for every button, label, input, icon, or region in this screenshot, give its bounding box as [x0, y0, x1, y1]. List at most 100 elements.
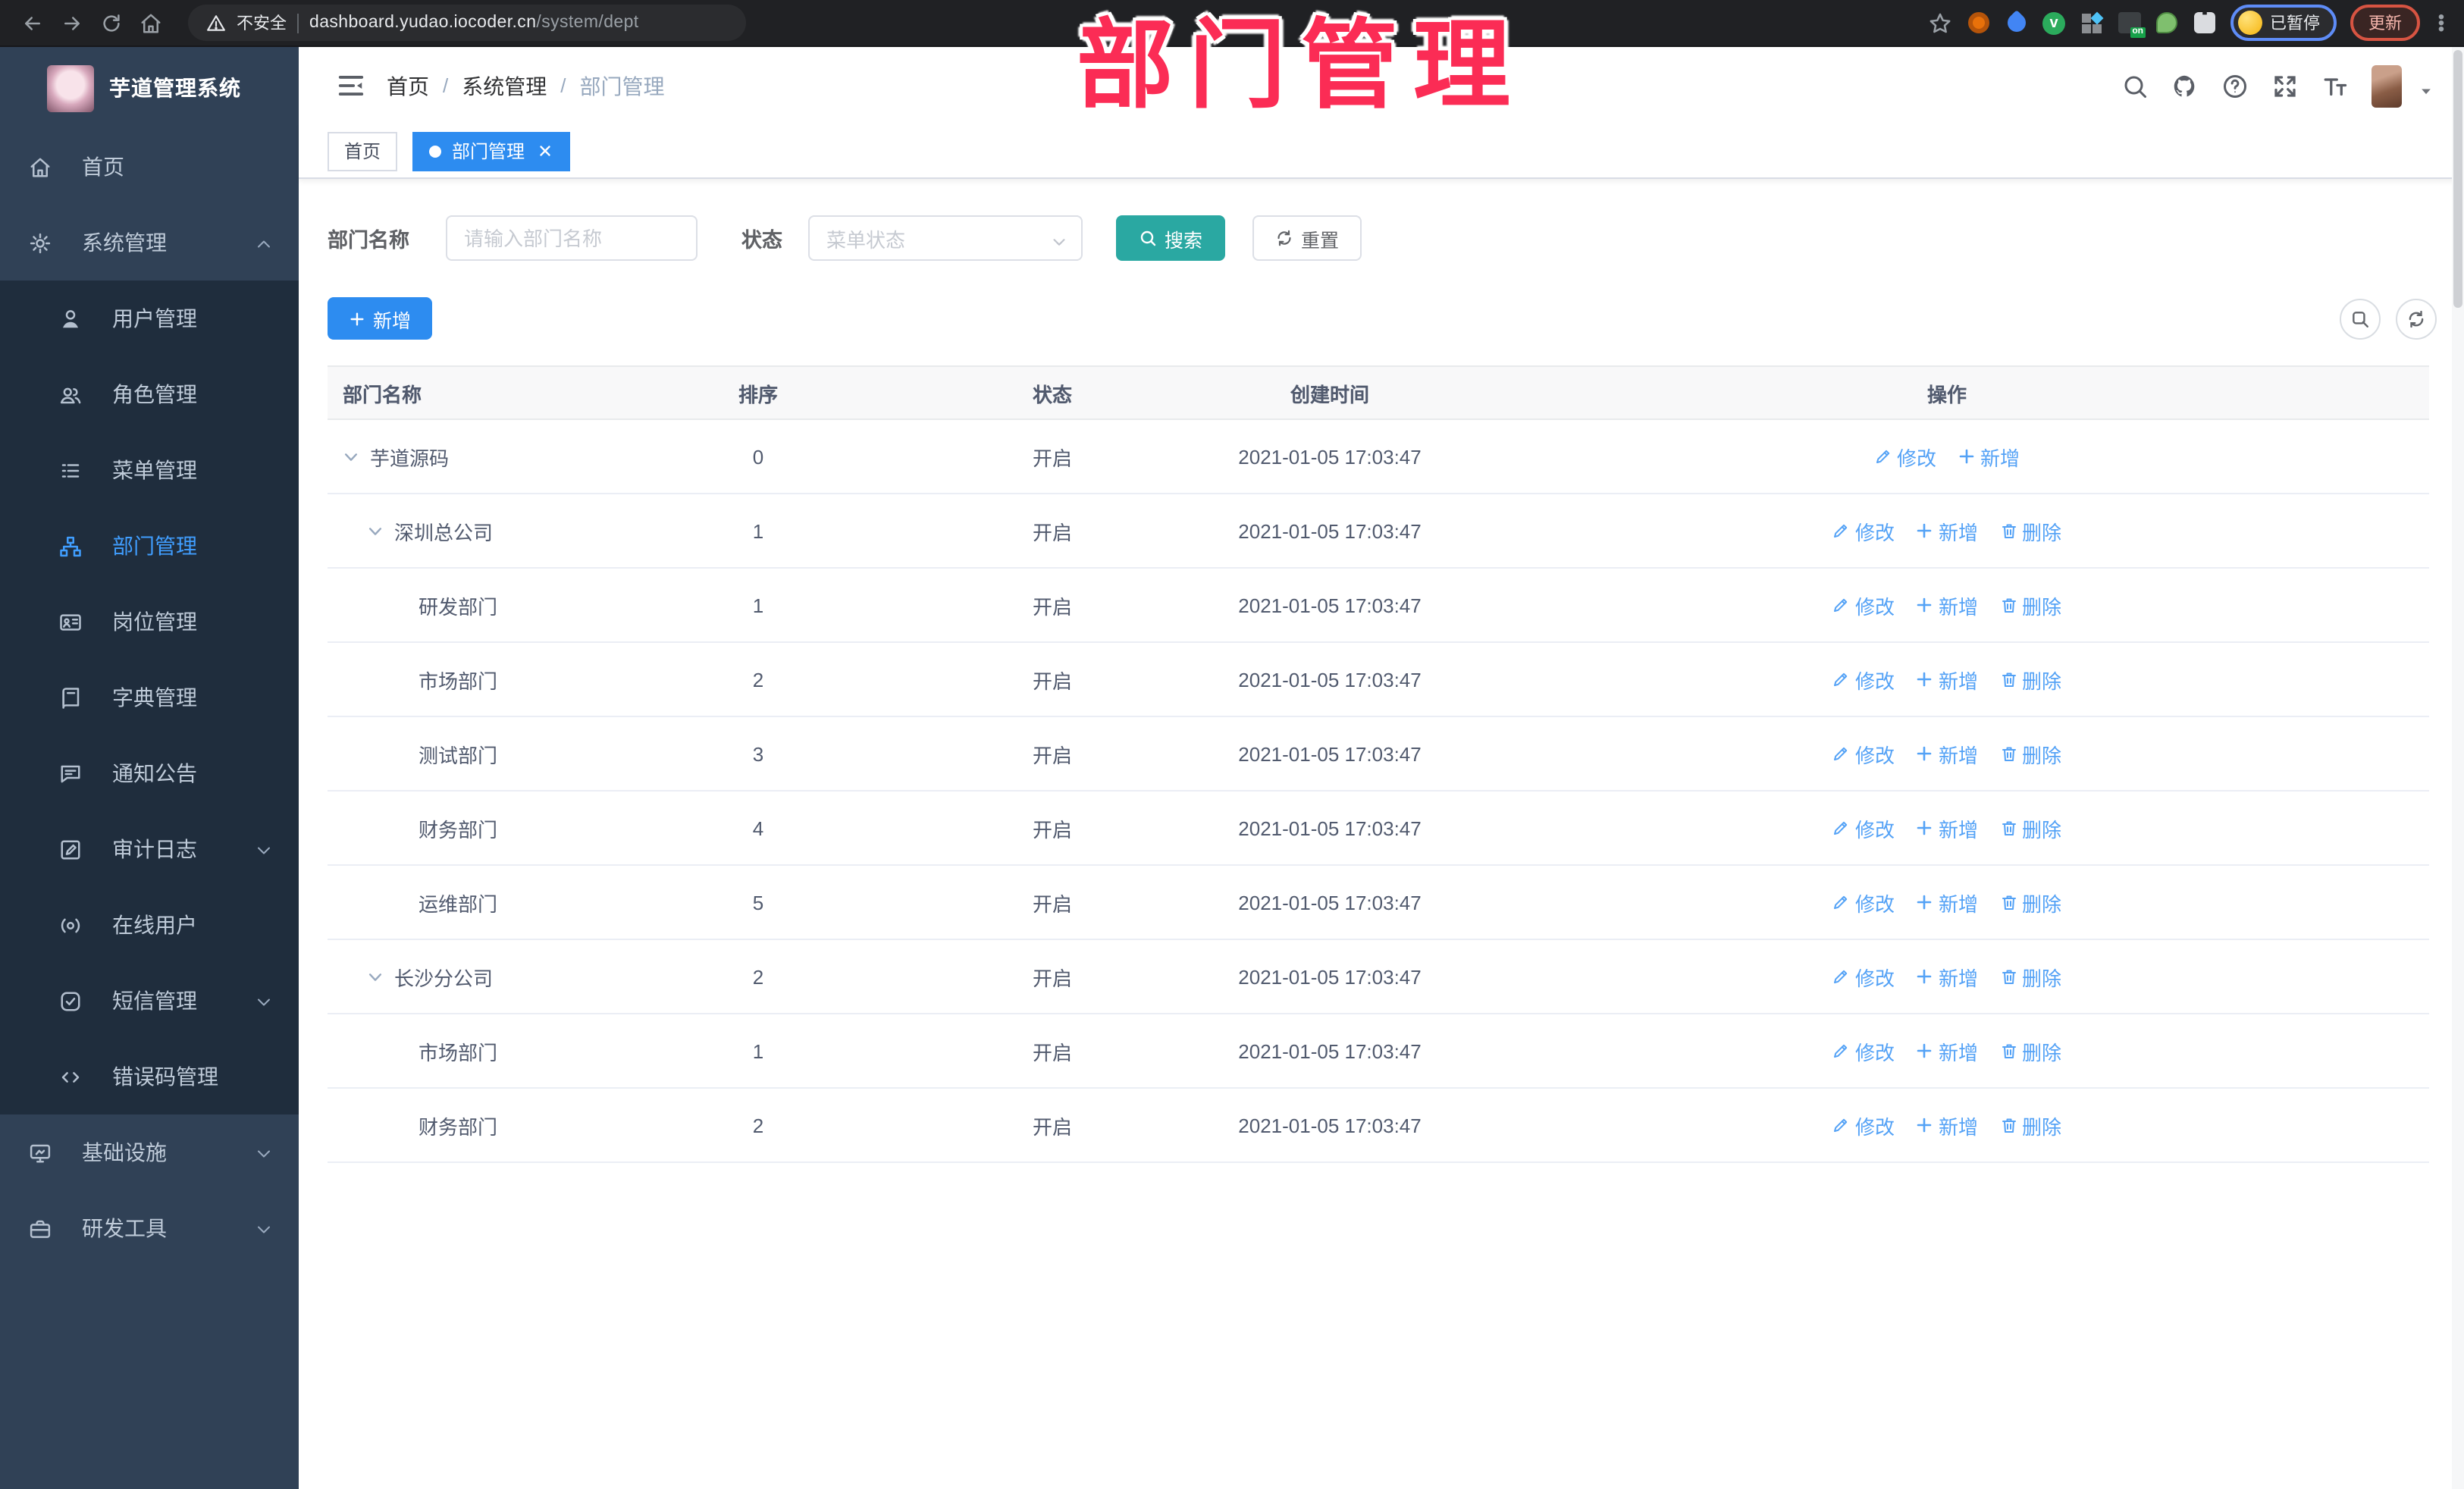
back-icon[interactable]: [15, 6, 49, 39]
reset-button[interactable]: 重置: [1252, 215, 1362, 261]
row-action-trash[interactable]: 删除: [1999, 813, 2061, 842]
row-action-trash[interactable]: 删除: [1999, 962, 2061, 991]
row-action-plus[interactable]: 新增: [1916, 739, 1978, 768]
github-icon[interactable]: [2171, 72, 2199, 99]
row-action-edit[interactable]: 修改: [1832, 1036, 1895, 1065]
row-action-edit[interactable]: 修改: [1832, 739, 1895, 768]
forward-icon[interactable]: [55, 6, 88, 39]
row-action-edit[interactable]: 修改: [1832, 665, 1895, 694]
ext-orange-icon[interactable]: [1967, 11, 1991, 35]
row-action-edit[interactable]: 修改: [1832, 591, 1895, 619]
row-action-label: 修改: [1854, 521, 1895, 544]
home-icon[interactable]: [133, 6, 167, 39]
breadcrumb-system[interactable]: 系统管理: [462, 71, 547, 101]
sidebar-item-errcode[interactable]: 错误码管理: [0, 1039, 299, 1114]
sidebar-item-audit[interactable]: 审计日志: [0, 811, 299, 887]
scrollbar-thumb[interactable]: [2453, 50, 2462, 308]
row-action-trash[interactable]: 删除: [1999, 1111, 2061, 1139]
row-action-plus[interactable]: 新增: [1916, 665, 1978, 694]
bookmark-star-icon[interactable]: [1927, 10, 1953, 36]
sidebar-item-role[interactable]: 角色管理: [0, 356, 299, 432]
question-icon[interactable]: [2221, 72, 2249, 99]
sidebar-item-user[interactable]: 用户管理: [0, 281, 299, 356]
sidebar-logo[interactable]: 芋道管理系统: [0, 47, 299, 129]
row-action-plus[interactable]: 新增: [1916, 813, 1978, 842]
add-button[interactable]: 新增: [328, 297, 433, 340]
caret-down-icon[interactable]: [2419, 78, 2434, 94]
sidebar-item-online[interactable]: 在线用户: [0, 887, 299, 963]
dept-name-cell: 市场部门: [328, 665, 607, 694]
dept-name-input[interactable]: [446, 215, 698, 261]
search-icon[interactable]: [2121, 72, 2149, 99]
sidebar-toggle-icon[interactable]: [337, 71, 365, 100]
row-action-edit[interactable]: 修改: [1832, 516, 1895, 545]
sidebar-item-notice[interactable]: 通知公告: [0, 735, 299, 811]
row-action-label: 新增: [1938, 1041, 1978, 1064]
sidebar-item-menu[interactable]: 菜单管理: [0, 432, 299, 508]
row-action-plus[interactable]: 新增: [1958, 442, 2020, 471]
row-action-trash[interactable]: 删除: [1999, 888, 2061, 917]
tree-expand-icon[interactable]: [367, 522, 394, 539]
refresh-icon[interactable]: [2396, 298, 2437, 339]
sidebar-item-infra[interactable]: 基础设施: [0, 1114, 299, 1190]
breadcrumb-home[interactable]: 首页: [387, 71, 429, 101]
row-action-trash[interactable]: 删除: [1999, 665, 2061, 694]
address-bar[interactable]: 不安全 dashboard.yudao.iocoder.cn/system/de…: [188, 5, 746, 41]
sidebar-item-devtools[interactable]: 研发工具: [0, 1190, 299, 1266]
row-action-plus[interactable]: 新增: [1916, 1111, 1978, 1139]
row-action-trash[interactable]: 删除: [1999, 591, 2061, 619]
chrome-menu-icon[interactable]: • • •: [2434, 8, 2449, 38]
zoom-search-icon[interactable]: [2340, 298, 2381, 339]
sidebar-item-label: 短信管理: [112, 989, 197, 1013]
row-action-plus[interactable]: 新增: [1916, 888, 1978, 917]
created-time-cell: 2021-01-05 17:03:47: [1238, 965, 1422, 988]
reload-icon[interactable]: [94, 6, 127, 39]
sidebar-item-dict[interactable]: 字典管理: [0, 660, 299, 735]
search-button[interactable]: 搜索: [1116, 215, 1226, 261]
sidebar-item-system[interactable]: 系统管理: [0, 205, 299, 281]
user-avatar[interactable]: [2372, 64, 2402, 107]
row-action-edit[interactable]: 修改: [1874, 442, 1936, 471]
row-action-edit[interactable]: 修改: [1832, 962, 1895, 991]
security-label[interactable]: 不安全: [237, 11, 287, 35]
sidebar-item-home[interactable]: 首页: [0, 129, 299, 205]
tree-expand-icon[interactable]: [343, 448, 370, 465]
tree-expand-icon[interactable]: [367, 968, 394, 985]
sidebar-item-dept[interactable]: 部门管理: [0, 508, 299, 584]
ext-dark-on-icon[interactable]: on: [2117, 11, 2145, 38]
browser-profile-badge[interactable]: 已暂停: [2230, 5, 2337, 41]
ext-green-check-icon[interactable]: v: [2042, 11, 2065, 34]
row-action-edit[interactable]: 修改: [1832, 1111, 1895, 1139]
chrome-update-button[interactable]: 更新: [2350, 5, 2420, 41]
row-action-plus[interactable]: 新增: [1916, 962, 1978, 991]
ext-green-leaf-icon[interactable]: [2155, 11, 2179, 35]
url-text[interactable]: dashboard.yudao.iocoder.cn/system/dept: [309, 14, 639, 32]
row-action-trash[interactable]: 删除: [1999, 516, 2061, 545]
ext-puzzle-icon[interactable]: [2193, 11, 2217, 35]
window-scrollbar[interactable]: [2452, 47, 2464, 1489]
tab-首页[interactable]: 首页: [328, 131, 398, 171]
tab-部门管理[interactable]: 部门管理: [412, 131, 571, 171]
ext-grid-icon[interactable]: [2079, 11, 2103, 35]
row-action-plus[interactable]: 新增: [1916, 516, 1978, 545]
sidebar-item-sms[interactable]: 短信管理: [0, 963, 299, 1039]
row-action-plus[interactable]: 新增: [1916, 1036, 1978, 1065]
url-host: dashboard.yudao.iocoder.cn: [309, 14, 537, 32]
row-action-trash[interactable]: 删除: [1999, 1036, 2061, 1065]
row-action-edit[interactable]: 修改: [1832, 888, 1895, 917]
chevron-down-icon: [255, 992, 273, 1010]
created-time-cell: 2021-01-05 17:03:47: [1238, 1114, 1422, 1136]
ext-blue-drop-icon[interactable]: [2004, 10, 2030, 36]
row-action-trash[interactable]: 删除: [1999, 739, 2061, 768]
row-action-edit[interactable]: 修改: [1832, 813, 1895, 842]
row-action-plus[interactable]: 新增: [1916, 591, 1978, 619]
font-size-icon[interactable]: [2321, 72, 2349, 99]
created-time-cell: 2021-01-05 17:03:47: [1238, 668, 1422, 691]
plus-icon: [1916, 522, 1934, 540]
dept-name: 测试部门: [419, 744, 498, 766]
close-icon[interactable]: [537, 143, 553, 159]
fullscreen-icon[interactable]: [2271, 72, 2299, 99]
status-select[interactable]: 菜单状态: [808, 215, 1083, 261]
dept-name-cell: 市场部门: [328, 1036, 607, 1065]
sidebar-item-post[interactable]: 岗位管理: [0, 584, 299, 660]
